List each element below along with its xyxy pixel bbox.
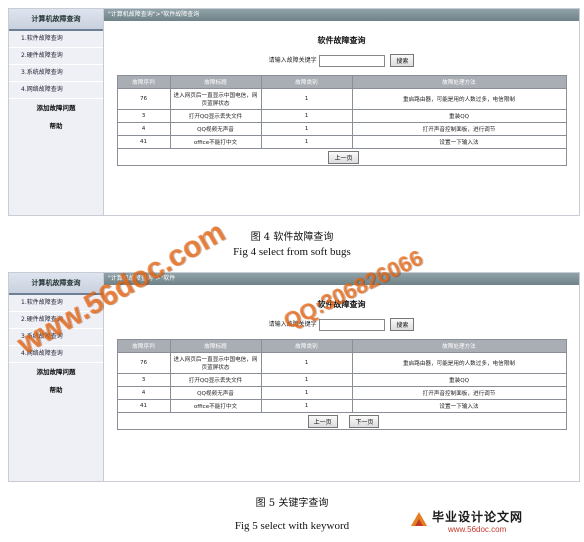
cell-solution: 打开声音控制面板，进行调节 (351, 386, 567, 400)
cell-id: 3 (116, 109, 171, 123)
cell-title: 打开QQ显示丢失文件 (169, 109, 262, 123)
prev-page-button[interactable]: 上一页 (307, 414, 338, 428)
sidebar-header: 计算机故障查询 (9, 9, 103, 31)
cell-title: office不能打中文 (169, 135, 262, 149)
cell-solution: 打开声音控制面板，进行调节 (351, 122, 567, 136)
logo-url: www.56doc.com (448, 525, 507, 534)
figure-4-caption-cn: 图 4 软件故障查询 (250, 232, 334, 243)
cell-id: 3 (116, 373, 171, 387)
sidebar-item-system[interactable]: 3.系统故障查询 (9, 329, 103, 346)
cell-title: QQ视频无声音 (169, 386, 262, 400)
table-row: 4 QQ视频无声音 1 打开声音控制面板，进行调节 (116, 122, 567, 136)
cell-solution: 设置一下输入法 (351, 135, 567, 149)
sidebar-add-problem[interactable]: 添加故障问题 (9, 363, 103, 381)
col-header-category: 故障类别 (260, 339, 353, 353)
sidebar-item-software[interactable]: 1.软件故障查询 (9, 295, 103, 312)
search-button[interactable]: 搜索 (390, 318, 415, 331)
cell-title: 进入网页后一直显示中国电信，网页蓝屏状态 (169, 352, 262, 374)
cell-category: 1 (260, 352, 353, 374)
pager-row: 上一页 下一页 (116, 412, 567, 430)
cell-title: 打开QQ显示丢失文件 (169, 373, 262, 387)
search-input[interactable] (318, 318, 385, 331)
table-header-row: 故障序列 故障标题 故障类别 故障处理方法 (116, 75, 567, 89)
sidebar: 计算机故障查询 1.软件故障查询 2.硬件故障查询 3.系统故障查询 4.网络故… (9, 9, 104, 215)
sidebar-item-hardware[interactable]: 2.硬件故障查询 (9, 48, 103, 65)
breadcrumb: "计算机故障查询">"软件故障查询 (104, 9, 579, 21)
logo-mark-icon (411, 512, 427, 526)
cell-title: office不能打中文 (169, 399, 262, 413)
sidebar: 计算机故障查询 1.软件故障查询 2.硬件故障查询 3.系统故障查询 4.网络故… (9, 273, 104, 481)
table-row: 3 打开QQ显示丢失文件 1 重装QQ (116, 109, 567, 123)
cell-id: 4 (116, 122, 171, 136)
prev-page-button[interactable]: 上一页 (328, 150, 359, 164)
cell-category: 1 (260, 399, 353, 413)
results-table: 故障序列 故障标题 故障类别 故障处理方法 76 进入网页后一直显示中国电信，网… (116, 75, 567, 166)
site-logo: 毕业设计论文网 www.56doc.com (408, 506, 578, 536)
sidebar-item-software[interactable]: 1.软件故障查询 (9, 31, 103, 48)
search-row: 请输入故障关键字 搜索 (104, 318, 579, 331)
cell-category: 1 (260, 373, 353, 387)
table-row: 41 office不能打中文 1 设置一下输入法 (116, 135, 567, 149)
cell-id: 41 (116, 399, 171, 413)
sidebar-item-network[interactable]: 4.网络故障查询 (9, 346, 103, 363)
table-row: 76 进入网页后一直显示中国电信，网页蓝屏状态 1 重启路由器，可能是用的人数过… (116, 352, 567, 374)
cell-category: 1 (260, 109, 353, 123)
cell-category: 1 (260, 386, 353, 400)
col-header-id: 故障序列 (116, 339, 171, 353)
cell-solution: 重启路由器，可能是用的人数过多，电信限制 (351, 352, 567, 374)
col-header-title: 故障标题 (169, 75, 262, 89)
col-header-solution: 故障处理方法 (351, 339, 567, 353)
sidebar-item-network[interactable]: 4.网络故障查询 (9, 82, 103, 99)
cell-title: 进入网页后一直显示中国电信，网页蓝屏状态 (169, 88, 262, 110)
col-header-solution: 故障处理方法 (351, 75, 567, 89)
page-title: 软件故障查询 (317, 36, 366, 45)
cell-solution: 重启路由器，可能是用的人数过多，电信限制 (351, 88, 567, 110)
sidebar-item-system[interactable]: 3.系统故障查询 (9, 65, 103, 82)
next-page-button[interactable]: 下一页 (349, 414, 380, 428)
col-header-category: 故障类别 (260, 75, 353, 89)
main-panel: "计算机故障查询">"软件 软件故障查询 请输入故障关键字 搜索 故障序列 故障… (104, 273, 579, 481)
breadcrumb: "计算机故障查询">"软件 (104, 273, 579, 285)
cell-category: 1 (260, 122, 353, 136)
search-label: 请输入故障关键字 (268, 321, 317, 328)
cell-solution: 重装QQ (351, 109, 567, 123)
col-header-id: 故障序列 (116, 75, 171, 89)
pager-row: 上一页 (116, 148, 567, 166)
table-row: 41 office不能打中文 1 设置一下输入法 (116, 399, 567, 413)
cell-id: 4 (116, 386, 171, 400)
sidebar-add-problem[interactable]: 添加故障问题 (9, 99, 103, 117)
screenshot-keyword-query: 计算机故障查询 1.软件故障查询 2.硬件故障查询 3.系统故障查询 4.网络故… (8, 272, 580, 482)
page-title: 软件故障查询 (317, 300, 366, 309)
sidebar-help[interactable]: 帮助 (9, 117, 103, 135)
cell-solution: 设置一下输入法 (351, 399, 567, 413)
logo-title: 毕业设计论文网 (432, 510, 524, 524)
table-row: 4 QQ视频无声音 1 打开声音控制面板，进行调节 (116, 386, 567, 400)
cell-category: 1 (260, 88, 353, 110)
main-panel: "计算机故障查询">"软件故障查询 软件故障查询 请输入故障关键字 搜索 故障序… (104, 9, 579, 215)
sidebar-help[interactable]: 帮助 (9, 381, 103, 399)
search-input[interactable] (318, 54, 385, 67)
table-row: 3 打开QQ显示丢失文件 1 重装QQ (116, 373, 567, 387)
cell-id: 76 (116, 88, 171, 110)
figure-4-caption-en: Fig 4 select from soft bugs (233, 246, 351, 258)
table-row: 76 进入网页后一直显示中国电信，网页蓝屏状态 1 重启路由器，可能是用的人数过… (116, 88, 567, 110)
col-header-title: 故障标题 (169, 339, 262, 353)
sidebar-header: 计算机故障查询 (9, 273, 103, 295)
cell-id: 41 (116, 135, 171, 149)
search-button[interactable]: 搜索 (390, 54, 415, 67)
pager-cell: 上一页 (116, 148, 567, 166)
search-label: 请输入故障关键字 (268, 57, 317, 64)
sidebar-item-hardware[interactable]: 2.硬件故障查询 (9, 312, 103, 329)
table-header-row: 故障序列 故障标题 故障类别 故障处理方法 (116, 339, 567, 353)
cell-solution: 重装QQ (351, 373, 567, 387)
pager-cell: 上一页 下一页 (116, 412, 567, 430)
results-table: 故障序列 故障标题 故障类别 故障处理方法 76 进入网页后一直显示中国电信，网… (116, 339, 567, 430)
cell-category: 1 (260, 135, 353, 149)
screenshot-soft-bug-query: 计算机故障查询 1.软件故障查询 2.硬件故障查询 3.系统故障查询 4.网络故… (8, 8, 580, 216)
search-row: 请输入故障关键字 搜索 (104, 54, 579, 67)
cell-title: QQ视频无声音 (169, 122, 262, 136)
cell-id: 76 (116, 352, 171, 374)
